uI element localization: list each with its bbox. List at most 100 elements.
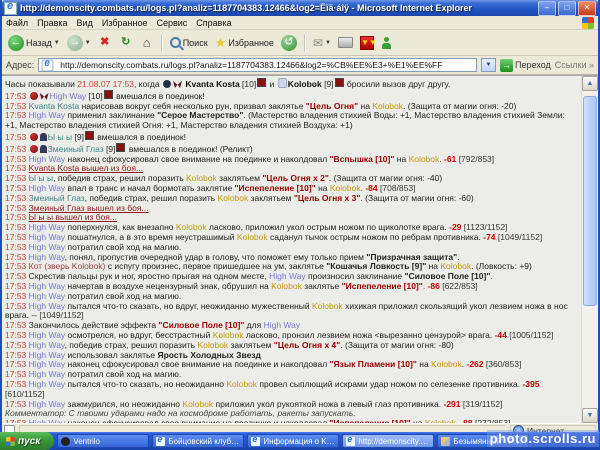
taskbar-item-ventrilo[interactable]: Ventrilo bbox=[57, 434, 149, 448]
menu-favorites[interactable]: Избранное bbox=[102, 18, 148, 28]
address-input[interactable]: http://demonscity.combats.ru/logs.pl?ana… bbox=[38, 58, 477, 72]
player-link-highway[interactable]: High Way bbox=[29, 154, 66, 164]
spell-name: "Испепеление [10]" bbox=[235, 183, 316, 193]
links-button[interactable]: Ссылки » bbox=[555, 60, 594, 70]
player-link-highway[interactable]: High Way bbox=[50, 91, 87, 101]
damage-value: -88 bbox=[460, 418, 472, 423]
player-link-kolobok[interactable]: Kolobok bbox=[218, 193, 249, 203]
messenger-button[interactable] bbox=[379, 36, 395, 50]
taskbar-item-fight-club[interactable]: Бойцовский клуб - ... bbox=[152, 434, 244, 448]
demon-icon bbox=[30, 92, 38, 100]
player-link-highway[interactable]: High Way bbox=[269, 271, 306, 281]
player-link-highway[interactable]: High Way bbox=[29, 291, 66, 301]
player-link-highway[interactable]: High Way bbox=[29, 359, 66, 369]
player-link[interactable]: Kvanta Kosta bbox=[29, 101, 80, 111]
stop-button[interactable]: ✖ bbox=[96, 35, 114, 51]
favorites-button[interactable]: ★ Избранное bbox=[213, 34, 276, 52]
taskbar-item-info-kolobok[interactable]: Информация о Kolo... bbox=[247, 434, 339, 448]
log-line: 17:53 High Way наконец сфокусировал свое… bbox=[5, 419, 579, 423]
player-link-highway[interactable]: High Way bbox=[29, 281, 66, 291]
player-link-kolobok[interactable]: Kolobok bbox=[226, 379, 257, 389]
history-button[interactable]: ↺ bbox=[279, 34, 299, 52]
scroll-down-icon[interactable]: ▼ bbox=[582, 408, 598, 423]
damage-value: -29 bbox=[449, 222, 461, 232]
left-battle-link[interactable]: Змеиный Глаз вышел из боя... bbox=[29, 203, 149, 213]
player-link-highway[interactable]: High Way bbox=[29, 222, 66, 232]
player-link[interactable]: Змеиный Глаз bbox=[29, 193, 85, 203]
close-button[interactable]: ✕ bbox=[578, 1, 596, 16]
player-link-highway[interactable]: High Way bbox=[29, 242, 66, 252]
title-bar: http://demonscity.combats.ru/logs.pl?ana… bbox=[2, 0, 598, 16]
mail-button[interactable]: ✉ ▼ bbox=[311, 35, 333, 51]
player-link-highway[interactable]: High Way bbox=[29, 369, 66, 379]
player-link-kolobok[interactable]: Kolobok bbox=[425, 418, 456, 423]
menu-file[interactable]: Файл bbox=[6, 18, 28, 28]
player-link-kolobok[interactable]: Kolobok bbox=[237, 232, 268, 242]
spell-name: "Цель Огня х 2" bbox=[262, 173, 329, 183]
player-link-highway[interactable]: High Way bbox=[29, 110, 66, 120]
log-time: 17:53 bbox=[5, 340, 26, 350]
player-link-highway[interactable]: High Way bbox=[29, 399, 66, 409]
player-link-kolobok[interactable]: Kolobok bbox=[409, 154, 440, 164]
player-link-kolobok[interactable]: Kolobok bbox=[330, 183, 361, 193]
player-link-highway[interactable]: High Way bbox=[29, 252, 65, 262]
player-link-highway[interactable]: High Way bbox=[29, 418, 66, 423]
forward-button[interactable]: → ▼ bbox=[65, 34, 93, 52]
scroll-up-icon[interactable]: ▲ bbox=[582, 76, 598, 91]
download-manager-button[interactable]: ▼▼ bbox=[358, 35, 376, 51]
vertical-scrollbar[interactable]: ▲ ▼ bbox=[581, 76, 598, 423]
player-link-kolobok[interactable]: Kolobok bbox=[182, 399, 213, 409]
left-battle-link[interactable]: Ы ы ы вышел из боя... bbox=[29, 212, 117, 222]
minimize-button[interactable]: – bbox=[538, 1, 556, 16]
menu-help[interactable]: Справка bbox=[196, 18, 231, 28]
forward-dropdown-icon[interactable]: ▼ bbox=[85, 40, 91, 46]
back-button[interactable]: ← Назад ▼ bbox=[6, 34, 62, 52]
print-button[interactable] bbox=[336, 36, 355, 49]
restore-button[interactable]: □ bbox=[558, 1, 576, 16]
player-link-highway[interactable]: High Way bbox=[29, 350, 66, 360]
player-link-kolobok[interactable]: Kolobok bbox=[440, 261, 471, 271]
go-button[interactable]: → Переход bbox=[500, 59, 551, 72]
player-link-highway[interactable]: High Way bbox=[29, 340, 65, 350]
player-link-kolobok[interactable]: Kolobok bbox=[186, 173, 217, 183]
taskbar-item-demonscity-active[interactable]: http://demonscity.c... bbox=[342, 434, 434, 448]
player-link-kolobok[interactable]: Kolobok bbox=[372, 101, 403, 111]
player-link-highway[interactable]: High Way bbox=[29, 183, 66, 193]
player-link-kolobok[interactable]: Kolobok bbox=[271, 281, 302, 291]
ie-icon bbox=[346, 437, 355, 446]
player-link-kolobok[interactable]: Kolobok bbox=[431, 359, 462, 369]
player-link-kolobok[interactable]: Kolobok bbox=[213, 330, 244, 340]
home-button[interactable]: ⌂ bbox=[138, 35, 156, 51]
inf-icon bbox=[335, 78, 344, 87]
log-text: вмешался в поединок! (Реликт) bbox=[126, 144, 252, 154]
log-line: 17:53 High Way пытался что-то сказать, н… bbox=[5, 380, 579, 400]
player-link[interactable]: Змеиный Глаз bbox=[48, 144, 104, 154]
player-link-kolobok[interactable]: Kolobok bbox=[176, 222, 207, 232]
refresh-button[interactable]: ↻ bbox=[117, 35, 135, 51]
player-link[interactable]: Ы ы ы bbox=[48, 132, 72, 142]
log-time: 17:53 bbox=[5, 301, 26, 311]
player-link-highway[interactable]: High Way bbox=[264, 320, 301, 330]
address-dropdown-icon[interactable]: ▼ bbox=[481, 58, 496, 72]
search-button[interactable]: Поиск bbox=[168, 36, 210, 49]
menu-view[interactable]: Вид bbox=[77, 18, 93, 28]
back-dropdown-icon[interactable]: ▼ bbox=[54, 40, 60, 46]
player-link-highway[interactable]: High Way bbox=[29, 232, 66, 242]
menu-tools[interactable]: Сервис bbox=[156, 18, 187, 28]
log-text: на bbox=[426, 261, 440, 271]
player-link-kolobok[interactable]: Kolobok bbox=[197, 340, 228, 350]
log-text: ласково, пронзил лезвием ножа <вырезанно… bbox=[243, 330, 494, 340]
log-text: произносил заклинание bbox=[306, 271, 405, 281]
commentator-text: Комментатор: С твоими ударами надо на ко… bbox=[5, 408, 356, 418]
player-link-highway[interactable]: High Way bbox=[29, 330, 66, 340]
log-time: 17:53 bbox=[5, 110, 26, 120]
player-link-highway[interactable]: High Way bbox=[29, 301, 66, 311]
left-battle-link[interactable]: Kvanta Kosta вышел из боя... bbox=[29, 163, 143, 173]
player-link-kolobok[interactable]: Kolobok bbox=[312, 301, 343, 311]
mail-dropdown-icon[interactable]: ▼ bbox=[325, 40, 331, 46]
menu-edit[interactable]: Правка bbox=[37, 18, 67, 28]
player-link-highway[interactable]: High Way bbox=[29, 379, 66, 389]
start-button[interactable]: пуск bbox=[0, 432, 54, 450]
player-link[interactable]: Ы ы ы bbox=[29, 173, 53, 183]
scrollbar-thumb[interactable] bbox=[583, 96, 597, 306]
